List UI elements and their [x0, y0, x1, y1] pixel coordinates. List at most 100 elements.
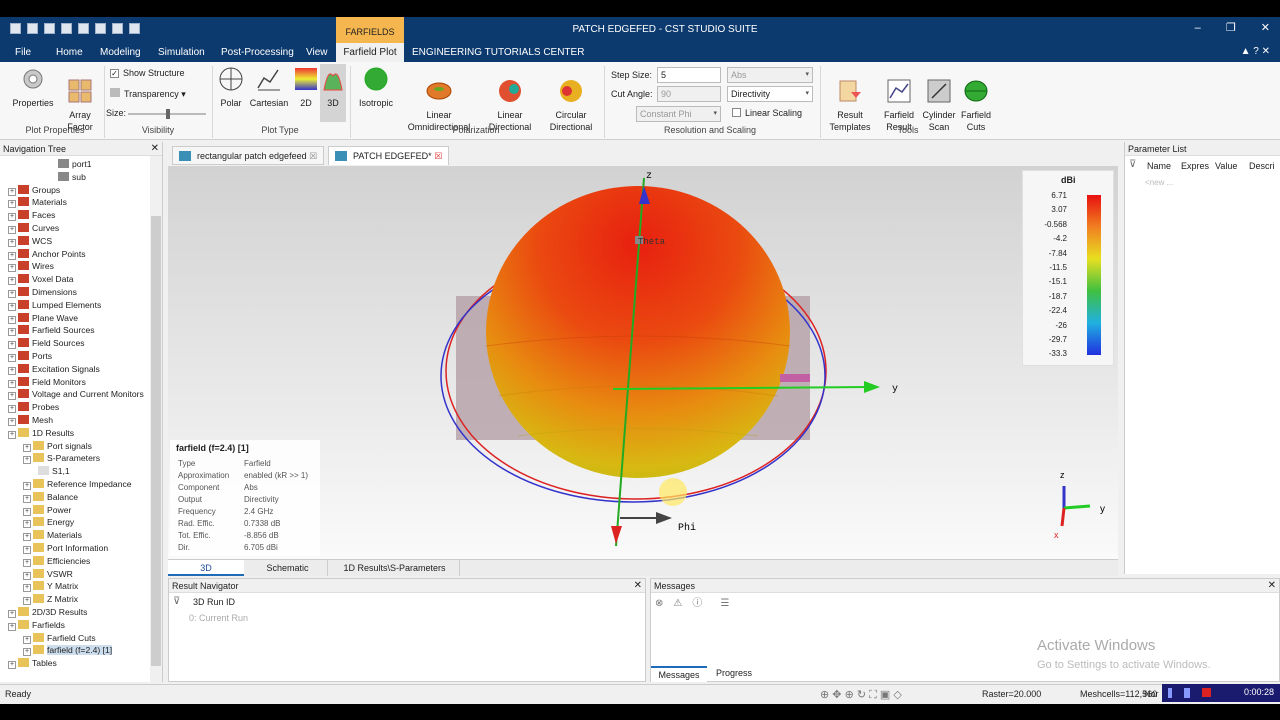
step-size-input[interactable]: 5	[657, 67, 721, 83]
transparency-dropdown[interactable]: Transparency ▾	[110, 88, 186, 100]
tree-item[interactable]: + Voxel Data	[8, 273, 74, 286]
expand-icon[interactable]: +	[8, 315, 16, 324]
view-icon[interactable]: ▣	[880, 689, 890, 701]
farfield-cuts-button[interactable]: Farfield Cuts	[958, 66, 994, 145]
messages-tab[interactable]: Messages	[651, 666, 707, 682]
zoom-in-icon[interactable]: ⊕	[845, 689, 854, 701]
expand-icon[interactable]: +	[8, 341, 16, 350]
warning-icon[interactable]: ⚠	[673, 598, 682, 609]
polar-button[interactable]: Polar	[216, 66, 246, 109]
tree-item[interactable]: + Field Monitors	[8, 376, 86, 389]
undo-icon[interactable]	[78, 23, 89, 34]
tab-post-processing[interactable]: Post-Processing	[221, 43, 294, 62]
col-expression[interactable]: Expres	[1181, 161, 1209, 171]
tree-item[interactable]: + Port Information	[23, 542, 108, 555]
tree-item[interactable]: + Probes	[8, 401, 59, 414]
history-icon[interactable]	[112, 23, 123, 34]
expand-icon[interactable]: +	[23, 507, 31, 516]
expand-icon[interactable]: +	[23, 558, 31, 567]
linear-scaling-checkbox[interactable]: Linear Scaling	[732, 108, 802, 118]
tree-item[interactable]: + Farfield Cuts	[23, 632, 96, 645]
clear-icon[interactable]: ⊗	[655, 598, 663, 609]
tree-item[interactable]: + farfield (f=2.4) [1]	[23, 644, 113, 657]
expand-icon[interactable]: +	[23, 648, 31, 657]
constant-phi-select[interactable]: Constant Phi ▾	[636, 106, 721, 122]
view-tab-schematic[interactable]: Schematic	[248, 560, 328, 576]
info-icon[interactable]: ⓘ	[692, 598, 702, 609]
col-value[interactable]: Value	[1215, 161, 1237, 171]
close-icon[interactable]: ☒	[309, 151, 317, 161]
nav-scrollbar[interactable]	[150, 156, 162, 682]
tree-item[interactable]: + Groups	[8, 184, 60, 197]
tree-item[interactable]: +2D/3D Results	[8, 606, 87, 619]
tree-item[interactable]: + Farfield Sources	[8, 324, 95, 337]
expand-icon[interactable]: +	[23, 571, 31, 580]
close-icon[interactable]: ✕	[634, 579, 642, 593]
tree-item[interactable]: + Materials	[8, 196, 67, 209]
expand-icon[interactable]: +	[8, 405, 16, 414]
expand-icon[interactable]: +	[8, 226, 16, 234]
cut-angle-input[interactable]: 90	[657, 86, 721, 102]
tab-patch-edgefed[interactable]: PATCH EDGEFED* ☒	[328, 146, 450, 165]
tab-view[interactable]: View	[306, 43, 328, 62]
directivity-select[interactable]: Directivity ▾	[727, 86, 813, 102]
expand-icon[interactable]: +	[23, 520, 31, 529]
save-icon[interactable]	[44, 23, 55, 34]
tree-item[interactable]: +1D Results	[8, 427, 74, 440]
isotropic-button[interactable]: Isotropic	[354, 66, 398, 109]
expand-icon[interactable]: +	[8, 264, 16, 273]
filter-icon[interactable]: ⊽	[1129, 159, 1136, 170]
redo-icon[interactable]	[95, 23, 106, 34]
tree-item[interactable]: + Lumped Elements	[8, 299, 101, 312]
plot-3d-button[interactable]: 3D	[320, 64, 346, 122]
expand-icon[interactable]: +	[8, 251, 16, 260]
tab-simulation[interactable]: Simulation	[158, 43, 205, 62]
filter-icon[interactable]: ⊽	[173, 596, 180, 607]
tree-item[interactable]: + Excitation Signals	[8, 363, 100, 376]
tree-item[interactable]: + Dimensions	[8, 286, 77, 299]
tree-item[interactable]: + VSWR	[23, 568, 73, 581]
new-parameter-row[interactable]: <new ...	[1145, 178, 1173, 187]
tree-item[interactable]: + Faces	[8, 209, 55, 222]
close-icon[interactable]: ✕	[1268, 579, 1276, 593]
expand-icon[interactable]: +	[8, 290, 16, 298]
cartesian-button[interactable]: Cartesian	[248, 66, 290, 109]
expand-icon[interactable]: +	[23, 597, 31, 606]
tab-modeling[interactable]: Modeling	[100, 43, 141, 62]
view-tab-3d[interactable]: 3D	[168, 560, 244, 576]
expand-icon[interactable]: +	[23, 635, 31, 644]
circular-directional-button[interactable]: Circular Directional	[543, 66, 599, 145]
expand-icon[interactable]: +	[8, 661, 16, 670]
tab-farfield-plot[interactable]: Farfield Plot	[336, 43, 404, 62]
tree-item[interactable]: + Power	[23, 504, 71, 517]
tab-rectangular-patch[interactable]: rectangular patch edgefeed ☒	[172, 146, 325, 165]
expand-icon[interactable]: +	[23, 482, 31, 490]
result-templates-button[interactable]: Result Templates	[824, 66, 876, 145]
tree-item[interactable]: + Z Matrix	[23, 593, 78, 606]
tree-item[interactable]: S1,1	[38, 465, 70, 478]
close-icon[interactable]: ✕	[1261, 22, 1270, 34]
fit-icon[interactable]: ⛶	[869, 689, 877, 701]
tree-item[interactable]: + Balance	[23, 491, 78, 504]
plot-2d-button[interactable]: 2D	[292, 66, 320, 109]
expand-icon[interactable]: +	[23, 443, 31, 452]
tree-item[interactable]: + Curves	[8, 222, 59, 235]
tree-item[interactable]: port1	[58, 158, 92, 171]
tree-item[interactable]: + Energy	[23, 516, 74, 529]
tree-item[interactable]: + Efficiencies	[23, 555, 90, 568]
properties-button[interactable]: Properties	[8, 66, 58, 109]
expand-icon[interactable]: +	[8, 392, 16, 401]
expand-icon[interactable]: +	[8, 277, 16, 286]
save-all-icon[interactable]	[61, 23, 72, 34]
macro-icon[interactable]	[129, 23, 140, 34]
tree-item[interactable]: sub	[58, 171, 86, 184]
tree-item[interactable]: + Field Sources	[8, 337, 85, 350]
tree-item[interactable]: + Voltage and Current Monitors	[8, 388, 144, 401]
col-description[interactable]: Descri	[1249, 161, 1275, 171]
tree-item[interactable]: + Plane Wave	[8, 312, 78, 325]
expand-icon[interactable]: +	[23, 456, 31, 465]
expand-icon[interactable]: +	[8, 328, 16, 337]
tab-file[interactable]: File	[15, 43, 31, 62]
tree-item[interactable]: + Mesh	[8, 414, 53, 427]
expand-icon[interactable]: +	[23, 546, 31, 554]
